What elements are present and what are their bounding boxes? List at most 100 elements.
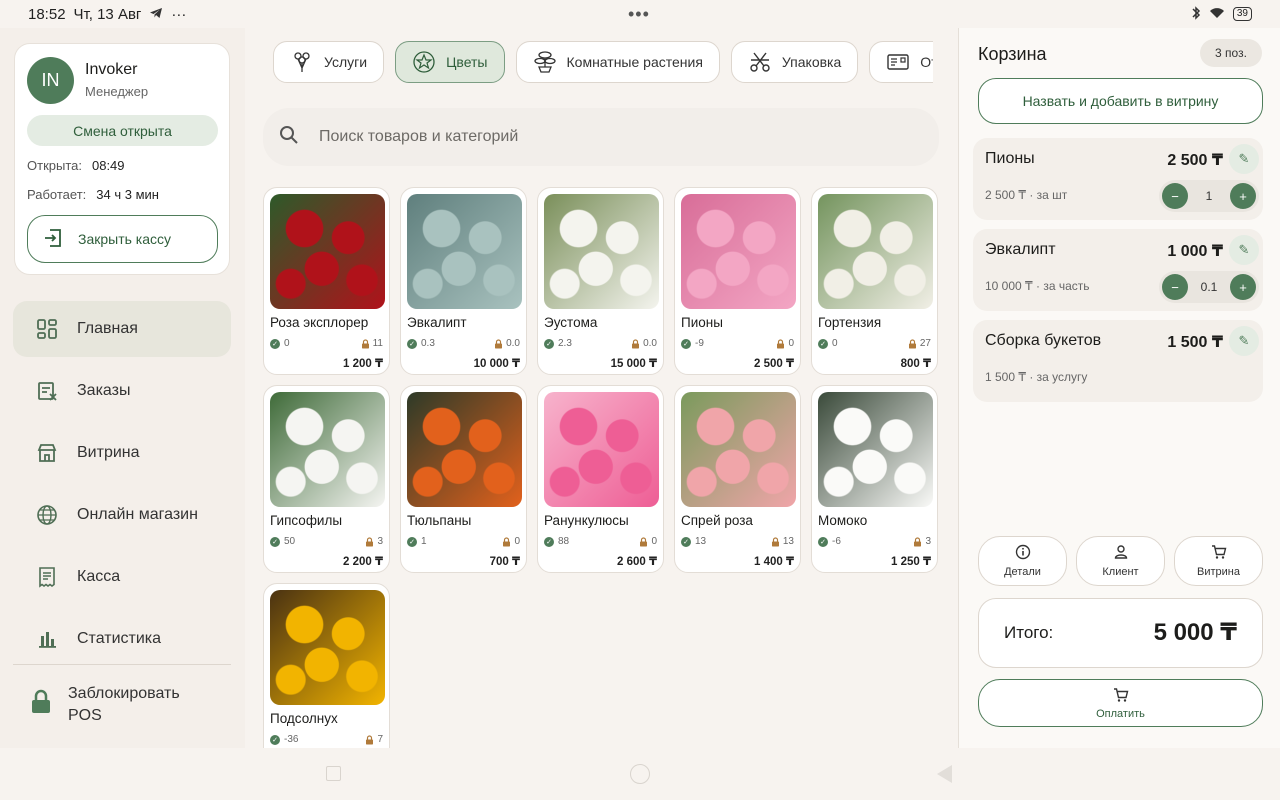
sidebar-item-orders[interactable]: Заказы xyxy=(13,363,231,419)
sidebar-nav: Главная Заказы Витрина Онлайн магазин Ка… xyxy=(13,301,231,673)
stock-value: -6 xyxy=(832,536,841,547)
globe-icon xyxy=(35,503,59,527)
lock-icon xyxy=(361,338,369,348)
stock-value: 50 xyxy=(284,536,296,547)
product-card[interactable]: Гортензия ✓ 0 27 800 ₸ xyxy=(811,187,938,375)
reserved-value: 27 xyxy=(919,338,931,349)
product-card[interactable]: Гипсофилы ✓ 50 3 2 200 ₸ xyxy=(263,385,390,573)
sidebar-item-label: Статистика xyxy=(77,630,162,647)
sidebar-item-cashbox[interactable]: Касса xyxy=(13,549,231,605)
product-reserved: 0 xyxy=(776,338,794,349)
client-label: Клиент xyxy=(1102,566,1139,578)
search-bar xyxy=(263,108,939,166)
receipt-icon xyxy=(35,565,59,589)
home-icon[interactable] xyxy=(630,764,650,784)
logout-icon xyxy=(42,227,64,252)
window-dots[interactable]: ••• xyxy=(628,4,650,25)
cart-item-name: Сборка букетов xyxy=(985,332,1102,349)
back-icon[interactable] xyxy=(937,765,952,783)
stock-value: 2.3 xyxy=(558,338,572,349)
product-card[interactable]: Эустома ✓ 2.3 0.0 15 000 ₸ xyxy=(537,187,664,375)
tab-flowers[interactable]: Цветы xyxy=(395,41,505,83)
increment-button[interactable]: + xyxy=(1230,274,1256,300)
product-card[interactable]: Ранункулюсы ✓ 88 0 2 600 ₸ xyxy=(537,385,664,573)
lock-pos-button[interactable]: Заблокировать POS xyxy=(30,683,180,727)
product-stock: ✓ 2.3 xyxy=(544,338,572,349)
sidebar-item-showcase[interactable]: Витрина xyxy=(13,425,231,481)
quantity-stepper: − 0.1 + xyxy=(1159,271,1259,303)
user-card: IN Invoker Менеджер Смена открыта Открыт… xyxy=(14,43,230,275)
sidebar-item-label: Главная xyxy=(77,320,138,337)
orders-icon xyxy=(35,379,59,403)
sidebar-item-home[interactable]: Главная xyxy=(13,301,231,357)
tab-label: Цветы xyxy=(446,54,488,70)
check-icon: ✓ xyxy=(544,338,554,349)
tab-postcards[interactable]: Открытки xyxy=(869,41,933,83)
product-card[interactable]: Спрей роза ✓ 13 13 1 400 ₸ xyxy=(674,385,801,573)
cart-item[interactable]: Эвкалипт 1 000 ₸ ✎ 10 000 ₸ · за часть −… xyxy=(973,229,1263,311)
close-register-button[interactable]: Закрыть кассу xyxy=(27,215,218,263)
total-label: Итого: xyxy=(1004,623,1054,642)
cart-item[interactable]: Пионы 2 500 ₸ ✎ 2 500 ₸ · за шт − 1 + xyxy=(973,138,1263,220)
status-bar: 18:52 Чт, 13 Авг ··· ••• 39 xyxy=(0,0,1280,28)
lock-label-line1: Заблокировать xyxy=(68,685,180,702)
increment-button[interactable]: + xyxy=(1230,183,1256,209)
quantity-value[interactable]: 0.1 xyxy=(1194,280,1224,294)
check-icon: ✓ xyxy=(681,536,691,547)
cart-panel: Корзина 3 поз. Назвать и добавить в витр… xyxy=(958,28,1280,748)
product-card[interactable]: Эвкалипт ✓ 0.3 0.0 10 000 ₸ xyxy=(400,187,527,375)
cart-item[interactable]: Сборка букетов 1 500 ₸ ✎ 1 500 ₸ · за ус… xyxy=(973,320,1263,402)
product-image xyxy=(681,392,796,507)
total-value: 5 000 ₸ xyxy=(1153,619,1237,646)
tab-label: Услуги xyxy=(324,54,368,70)
product-card[interactable]: Тюльпаны ✓ 1 0 700 ₸ xyxy=(400,385,527,573)
product-card[interactable]: Пионы ✓ -9 0 2 500 ₸ xyxy=(674,187,801,375)
check-icon: ✓ xyxy=(270,734,280,745)
sidebar-item-label: Онлайн магазин xyxy=(77,506,198,523)
product-name: Роза эксплорер xyxy=(270,315,369,330)
sidebar-item-online-store[interactable]: Онлайн магазин xyxy=(13,487,231,543)
reserved-value: 0 xyxy=(514,536,520,547)
avatar[interactable]: IN xyxy=(27,57,74,104)
search-input[interactable] xyxy=(319,128,879,146)
opened-label: Открыта: xyxy=(27,158,82,173)
product-name: Гортензия xyxy=(818,315,882,330)
product-name: Эустома xyxy=(544,315,598,330)
edit-icon[interactable]: ✎ xyxy=(1229,235,1259,265)
stock-value: 0 xyxy=(832,338,838,349)
product-card[interactable]: Подсолнух ✓ -36 7 xyxy=(263,583,390,771)
stock-value: 88 xyxy=(558,536,570,547)
flower-icon xyxy=(412,50,436,74)
product-name: Эвкалипт xyxy=(407,315,467,330)
reserved-value: 3 xyxy=(377,536,383,547)
tab-houseplants[interactable]: Комнатные растения xyxy=(515,41,720,83)
decrement-button[interactable]: − xyxy=(1162,183,1188,209)
sidebar-item-statistics[interactable]: Статистика xyxy=(13,611,231,667)
product-card[interactable]: Роза эксплорер ✓ 0 11 1 200 ₸ xyxy=(263,187,390,375)
reserved-value: 3 xyxy=(925,536,931,547)
working-label: Работает: xyxy=(27,187,87,202)
pay-button[interactable]: Оплатить xyxy=(978,679,1263,727)
cart-count-badge: 3 поз. xyxy=(1200,39,1262,67)
tab-services[interactable]: Услуги xyxy=(273,41,385,83)
add-to-showcase-button[interactable]: Назвать и добавить в витрину xyxy=(978,78,1263,124)
lock-icon xyxy=(908,338,916,348)
quantity-value[interactable]: 1 xyxy=(1194,189,1224,203)
client-button[interactable]: Клиент xyxy=(1076,536,1165,586)
reserved-value: 0.0 xyxy=(643,338,657,349)
lock-icon xyxy=(777,338,785,348)
lock-icon xyxy=(914,536,922,546)
product-card[interactable]: Момоко ✓ -6 3 1 250 ₸ xyxy=(811,385,938,573)
sidebar: IN Invoker Менеджер Смена открыта Открыт… xyxy=(0,28,245,748)
decrement-button[interactable]: − xyxy=(1162,274,1188,300)
showcase-button[interactable]: Витрина xyxy=(1174,536,1263,586)
battery-icon: 39 xyxy=(1232,7,1252,21)
edit-icon[interactable]: ✎ xyxy=(1229,326,1259,356)
product-price: 10 000 ₸ xyxy=(473,358,520,370)
details-button[interactable]: Детали xyxy=(978,536,1067,586)
tab-packaging[interactable]: Упаковка xyxy=(730,41,859,83)
edit-icon[interactable]: ✎ xyxy=(1229,144,1259,174)
product-image xyxy=(544,392,659,507)
recent-apps-icon[interactable] xyxy=(326,766,341,781)
cart-item-price: 2 500 ₸ xyxy=(1167,152,1223,169)
